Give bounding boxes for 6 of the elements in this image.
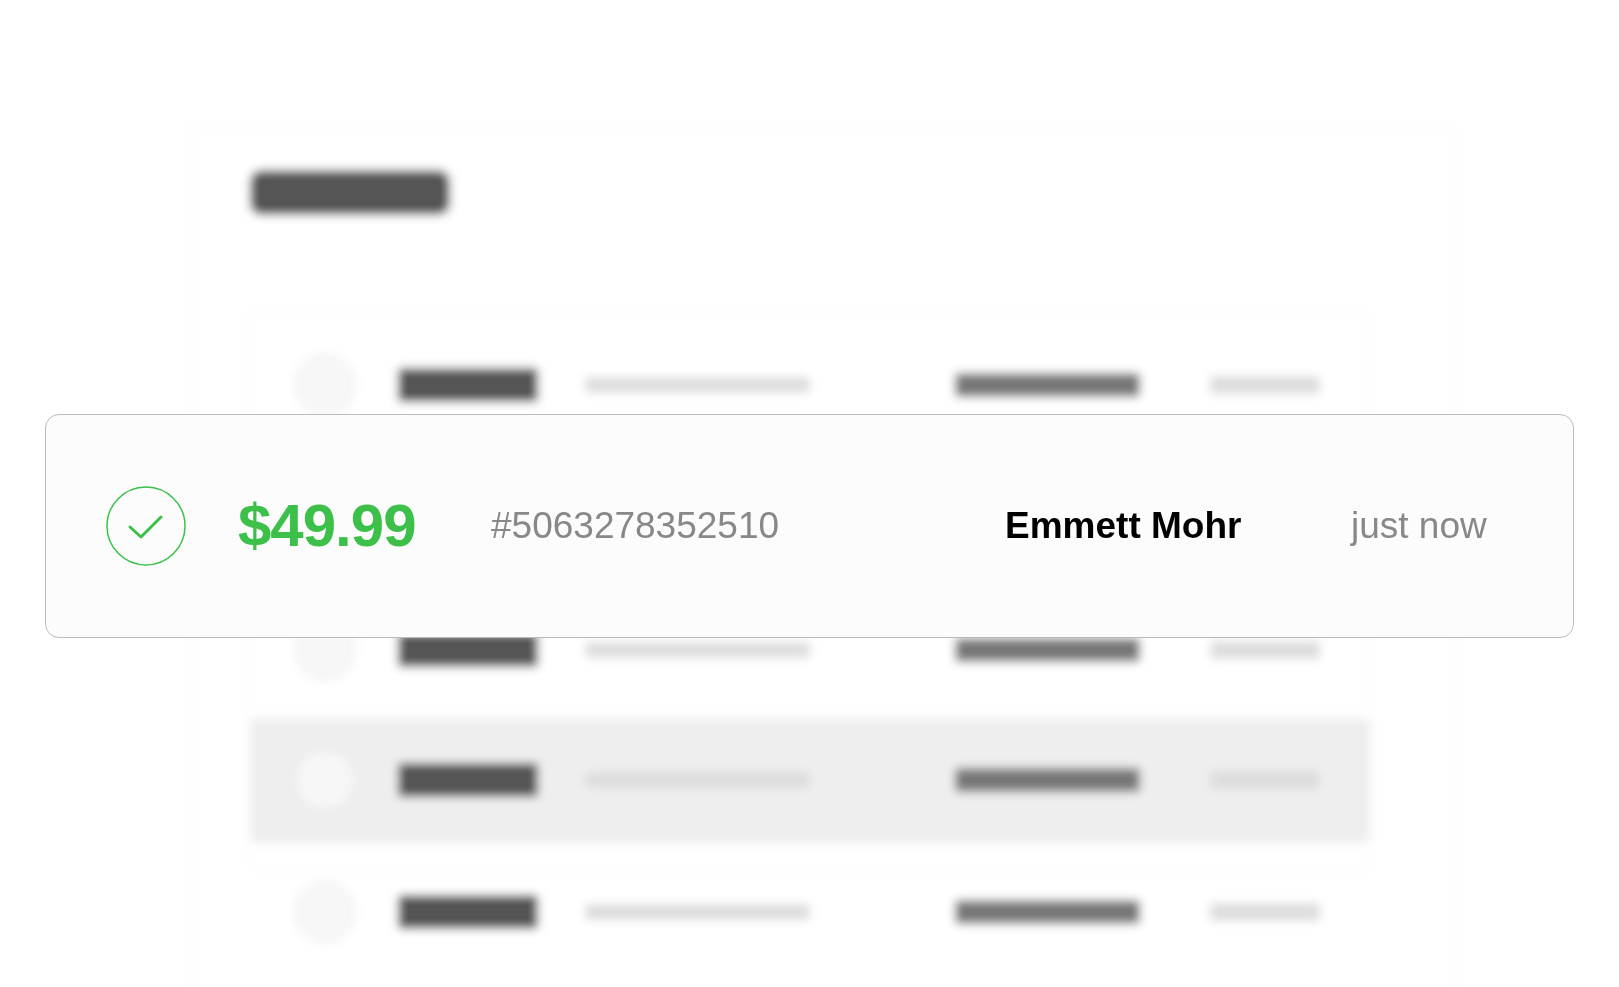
customer-name: Emmett Mohr (1005, 504, 1243, 549)
check-circle-icon (106, 486, 186, 566)
order-time: just now (1351, 504, 1487, 549)
order-card-dialog[interactable]: $49.99 #5063278352510 Emmett Mohr just now (45, 414, 1574, 638)
order-amount: $49.99 (238, 491, 417, 561)
order-number: #5063278352510 (491, 504, 781, 549)
